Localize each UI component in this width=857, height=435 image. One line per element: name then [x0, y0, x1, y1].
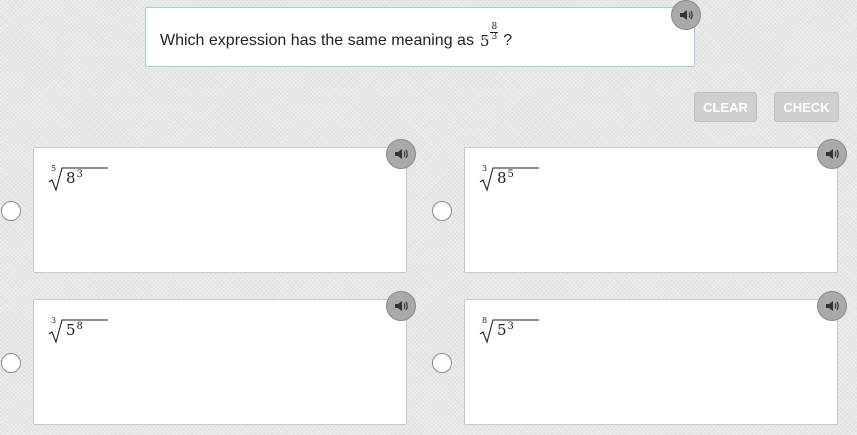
- speaker-icon: [395, 301, 408, 311]
- option-4-speaker-button[interactable]: [817, 291, 847, 321]
- radicand: 85: [497, 169, 514, 187]
- option-4-card[interactable]: 8 53: [464, 299, 838, 425]
- question-prefix: Which expression has the same meaning as: [160, 31, 474, 49]
- exponent-denominator: 3: [491, 32, 498, 42]
- radicand-power: 3: [76, 169, 83, 180]
- option-1-speaker-button[interactable]: [386, 139, 416, 169]
- question-expression: 5 8 3: [479, 23, 499, 50]
- radicand-power: 3: [507, 321, 514, 332]
- option-2-card[interactable]: 3 85: [464, 147, 838, 273]
- question-exponent-fraction: 8 3: [490, 23, 499, 42]
- radicand: 58: [66, 321, 83, 339]
- option-2-radio[interactable]: [432, 201, 452, 221]
- speaker-icon: [826, 149, 839, 159]
- question-box: Which expression has the same meaning as…: [145, 7, 695, 67]
- radicand-base: 8: [66, 169, 76, 187]
- radicand-base: 5: [66, 321, 76, 339]
- speaker-icon: [680, 10, 693, 20]
- option-4-radio[interactable]: [432, 353, 452, 373]
- clear-button[interactable]: CLEAR: [694, 92, 757, 122]
- option-2-speaker-button[interactable]: [817, 139, 847, 169]
- check-button[interactable]: CHECK: [774, 92, 839, 122]
- question-base: 5: [479, 31, 490, 50]
- question-text: Which expression has the same meaning as…: [160, 23, 513, 50]
- radicand: 53: [497, 321, 514, 339]
- radicand: 83: [66, 169, 83, 187]
- option-1-card[interactable]: 5 83: [33, 147, 407, 273]
- option-3-speaker-button[interactable]: [386, 291, 416, 321]
- option-3-card[interactable]: 3 58: [33, 299, 407, 425]
- radicand-power: 5: [507, 169, 514, 180]
- speaker-icon: [395, 149, 408, 159]
- radicand-power: 8: [76, 321, 83, 332]
- question-speaker-button[interactable]: [671, 0, 701, 30]
- speaker-icon: [826, 301, 839, 311]
- option-3-radio[interactable]: [1, 353, 21, 373]
- option-1-radio[interactable]: [1, 201, 21, 221]
- radicand-base: 5: [497, 321, 507, 339]
- radicand-base: 8: [497, 169, 507, 187]
- question-mark: ?: [503, 31, 513, 49]
